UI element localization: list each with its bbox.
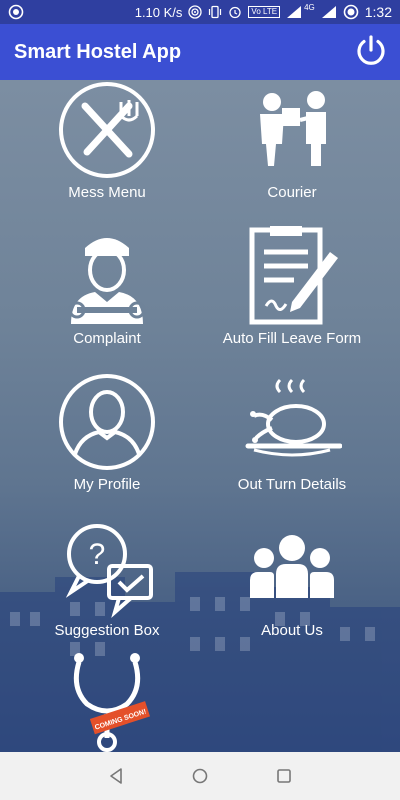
battery-icon xyxy=(343,4,359,20)
alarm-icon xyxy=(229,6,242,19)
menu-item-courier[interactable]: Courier xyxy=(192,80,392,226)
network-type: 4G xyxy=(304,3,315,12)
courier-delivery-icon xyxy=(260,91,326,166)
recents-icon[interactable] xyxy=(275,767,293,785)
power-icon[interactable] xyxy=(354,34,388,68)
menu-item-mess-menu[interactable]: Mess Menu xyxy=(7,80,207,226)
vibrate-icon xyxy=(209,5,222,19)
menu-label-about-us: About Us xyxy=(261,622,323,639)
menu-label-courier: Courier xyxy=(267,184,317,201)
menu-item-auto-fill-leave-form[interactable]: Auto Fill Leave Form xyxy=(192,226,392,372)
system-nav-bar xyxy=(0,752,400,800)
menu-label-suggestion-box: Suggestion Box xyxy=(54,622,160,639)
signal-icon-2 xyxy=(321,6,336,18)
clock: 1:32 xyxy=(364,4,392,20)
hotspot-icon xyxy=(188,5,203,19)
app-title: Smart Hostel App xyxy=(14,40,182,63)
app-bar: Smart Hostel App xyxy=(0,24,400,80)
user-profile-icon xyxy=(59,374,155,470)
stethoscope-icon: COMING SOON! xyxy=(73,653,151,752)
menu-item-my-profile[interactable]: My Profile xyxy=(7,372,207,518)
home-icon[interactable] xyxy=(191,767,209,785)
menu-label-my-profile: My Profile xyxy=(73,476,141,493)
volte-badge: Vo LTE xyxy=(248,6,281,18)
form-pencil-icon xyxy=(249,226,338,325)
home-grid: Mess Menu Courier Complaint Auto Fill Le… xyxy=(0,80,400,752)
chat-question-icon: ? xyxy=(65,524,153,618)
svg-text:?: ? xyxy=(89,538,106,571)
menu-label-complaint: Complaint xyxy=(73,330,141,347)
repairman-icon xyxy=(68,238,146,324)
menu-item-out-turn-details[interactable]: Out Turn Details xyxy=(192,372,392,518)
menu-item-medical[interactable]: COMING SOON! xyxy=(7,648,207,752)
back-icon[interactable] xyxy=(107,767,125,785)
food-platter-icon xyxy=(245,378,342,457)
menu-label-auto-fill-leave-form: Auto Fill Leave Form xyxy=(222,330,362,347)
menu-item-suggestion-box[interactable]: ? Suggestion Box xyxy=(7,518,207,664)
menu-label-out-turn-details: Out Turn Details xyxy=(237,476,347,493)
net-speed: 1.10 K/s xyxy=(134,4,183,20)
people-group-icon xyxy=(250,535,334,598)
menu-item-about-us[interactable]: About Us xyxy=(192,518,392,664)
menu-item-complaint[interactable]: Complaint xyxy=(7,226,207,372)
signal-icon xyxy=(287,6,302,18)
notification-dot-icon xyxy=(8,4,24,20)
fork-knife-icon xyxy=(59,82,155,178)
menu-label-mess-menu: Mess Menu xyxy=(68,184,146,201)
status-bar: 1.10 K/s Vo LTE 4G 1:32 xyxy=(0,0,400,24)
